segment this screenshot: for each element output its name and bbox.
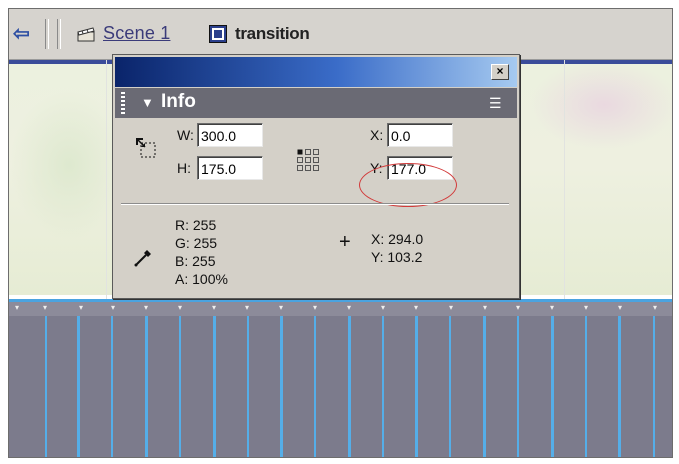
frame-stripe <box>449 316 451 457</box>
x-label: X: <box>370 127 384 143</box>
transform-size-icon <box>136 138 156 158</box>
toolbar-separator <box>57 19 61 49</box>
frame-marker-icon: ▾ <box>617 303 622 312</box>
height-label: H: <box>177 160 191 176</box>
frame-stripe <box>145 316 148 457</box>
cursor-x-value: X: 294.0 <box>371 231 424 247</box>
frame-marker-icon: ▾ <box>211 303 216 312</box>
frame-marker-icon: ▾ <box>652 303 657 312</box>
frame-marker-row: ▾ ▾ ▾ ▾ ▾ ▾ ▾ ▾ ▾ ▾ ▾ ▾ ▾ ▾ ▾ ▾ ▾ ▾ ▾ ▾ <box>9 302 672 316</box>
frame-marker-icon: ▾ <box>448 303 453 312</box>
frame-marker-icon: ▾ <box>278 303 283 312</box>
scene-link[interactable]: Scene 1 <box>103 23 170 44</box>
panel-body: W: 300.0 H: 175.0 X: 0.0 Y: 177.0 R: 255… <box>115 119 517 296</box>
crosshair-icon: + <box>339 231 351 253</box>
alpha-value: A: 100% <box>175 271 228 287</box>
blue-value: B: 255 <box>175 253 216 269</box>
eyedropper-icon <box>134 250 151 267</box>
frame-stripe <box>348 316 351 457</box>
frame-stripe <box>247 316 249 457</box>
frame-stripe <box>314 316 316 457</box>
frame-stripe <box>653 316 655 457</box>
frame-marker-icon: ▾ <box>583 303 588 312</box>
x-field[interactable]: 0.0 <box>387 123 453 147</box>
width-field[interactable]: 300.0 <box>197 123 263 147</box>
frame-stripe <box>111 316 113 457</box>
panel-header[interactable]: ▼ Info ☰ <box>115 88 517 118</box>
green-value: G: 255 <box>175 235 218 251</box>
frame-stripe <box>280 316 283 457</box>
filmstrip: ▾ ▾ ▾ ▾ ▾ ▾ ▾ ▾ ▾ ▾ ▾ ▾ ▾ ▾ ▾ ▾ ▾ ▾ ▾ ▾ <box>9 299 672 457</box>
frame-marker-icon: ▾ <box>42 303 47 312</box>
frame-marker-icon: ▾ <box>413 303 418 312</box>
frame-marker-icon: ▾ <box>312 303 317 312</box>
highlight-circle <box>359 163 457 207</box>
frame-stripe <box>483 316 486 457</box>
frame-stripe <box>45 316 47 457</box>
registration-point-grid[interactable] <box>297 149 319 171</box>
drag-grip-icon[interactable] <box>121 92 125 114</box>
movie-clip-icon <box>209 25 227 43</box>
frame-stripe <box>618 316 621 457</box>
frame-marker-icon: ▾ <box>244 303 249 312</box>
frame-stripe <box>213 316 216 457</box>
frame-marker-icon: ▾ <box>380 303 385 312</box>
options-menu-icon[interactable]: ☰ <box>489 95 507 111</box>
guide-line <box>106 60 107 300</box>
info-panel: × ▼ Info ☰ W: 300.0 H: 175.0 X: 0.0 Y: 1… <box>112 54 520 299</box>
toolbar-separator <box>45 19 49 49</box>
stage-artwork <box>529 60 672 150</box>
edit-bar: ⇦ Scene 1 transition <box>9 9 672 60</box>
guide-line <box>564 60 565 300</box>
frame-marker-icon: ▾ <box>14 303 19 312</box>
frame-marker-icon: ▾ <box>110 303 115 312</box>
width-label: W: <box>177 127 194 143</box>
stage-artwork <box>9 90 129 240</box>
frame-marker-icon: ▾ <box>549 303 554 312</box>
panel-title: Info <box>161 91 196 112</box>
panel-divider <box>121 203 509 205</box>
frame-stripe <box>382 316 384 457</box>
collapse-triangle-icon[interactable]: ▼ <box>141 95 154 110</box>
clapperboard-icon <box>77 27 95 42</box>
frame-marker-icon: ▾ <box>78 303 83 312</box>
frame-stripe <box>551 316 554 457</box>
frame-marker-icon: ▾ <box>346 303 351 312</box>
red-value: R: 255 <box>175 217 217 233</box>
frame-stripe <box>77 316 80 457</box>
symbol-breadcrumb[interactable]: transition <box>235 24 310 44</box>
frame-marker-icon: ▾ <box>482 303 487 312</box>
frame-marker-icon: ▾ <box>515 303 520 312</box>
frame-stripe <box>585 316 587 457</box>
left-arrow-icon[interactable]: ⇦ <box>13 24 35 44</box>
close-button[interactable]: × <box>491 64 509 80</box>
frame-marker-icon: ▾ <box>177 303 182 312</box>
cursor-y-value: Y: 103.2 <box>371 249 423 265</box>
panel-title-bar[interactable]: × <box>115 57 517 87</box>
flash-editor-window: ⇦ Scene 1 transition ▾ ▾ ▾ ▾ ▾ ▾ ▾ ▾ ▾ ▾… <box>8 8 673 458</box>
frame-stripe <box>415 316 418 457</box>
frame-stripe <box>179 316 181 457</box>
frame-marker-icon: ▾ <box>143 303 148 312</box>
frame-stripe <box>517 316 519 457</box>
height-field[interactable]: 175.0 <box>197 156 263 180</box>
